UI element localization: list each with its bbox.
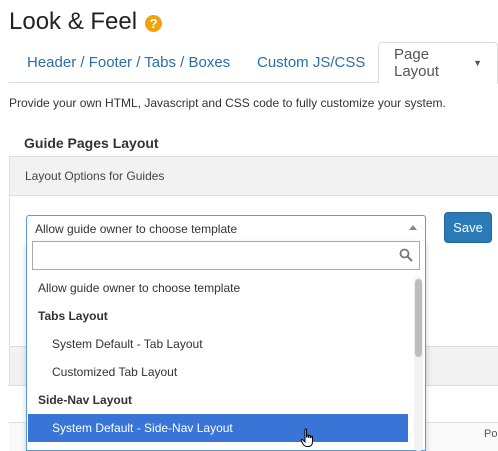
dropdown-search-input[interactable] xyxy=(33,242,393,269)
optgroup-label: Side-Nav Layout xyxy=(38,393,133,407)
option-allow-owner[interactable]: Allow guide owner to choose template xyxy=(28,274,408,302)
scrollbar-thumb[interactable] xyxy=(415,279,422,357)
optgroup-side-nav-layout: Side-Nav Layout xyxy=(28,386,408,414)
option-customized-tab[interactable]: Customized Tab Layout xyxy=(28,358,408,386)
help-icon[interactable]: ? xyxy=(145,14,163,32)
tab-page-layout[interactable]: Page Layout ▼ xyxy=(378,42,498,84)
page-title: Look & Feel ? xyxy=(9,8,163,36)
tab-label: Page Layout xyxy=(394,46,440,80)
tab-bar: Header / Footer / Tabs / Boxes Custom JS… xyxy=(9,42,498,84)
tab-label: Custom JS/CSS xyxy=(257,54,366,71)
dropdown-scrollbar[interactable] xyxy=(414,277,423,451)
layout-select-value: Allow guide owner to choose template xyxy=(35,221,238,236)
hand-cursor-icon xyxy=(300,428,313,447)
panel-title: Layout Options for Guides xyxy=(25,169,165,183)
layout-dropdown: Allow guide owner to choose template Tab… xyxy=(26,241,426,451)
caret-down-icon: ▼ xyxy=(473,58,482,68)
bottom-fragment-text: Po xyxy=(484,428,498,440)
tab-custom-js-css[interactable]: Custom JS/CSS xyxy=(242,42,380,83)
tab-label: Header / Footer / Tabs / Boxes xyxy=(27,54,231,71)
optgroup-tabs-layout: Tabs Layout xyxy=(28,302,408,330)
page-title-text: Look & Feel xyxy=(9,8,138,35)
chevron-up-icon xyxy=(409,225,417,230)
option-label: Allow guide owner to choose template xyxy=(38,281,241,295)
page-description: Provide your own HTML, Javascript and CS… xyxy=(9,96,446,110)
layout-select[interactable]: Allow guide owner to choose template xyxy=(26,215,426,241)
option-label: Customized Tab Layout xyxy=(52,365,178,379)
search-icon xyxy=(399,248,413,262)
optgroup-label: Tabs Layout xyxy=(38,309,108,323)
section-title: Guide Pages Layout xyxy=(24,135,159,151)
option-label: System Default - Tab Layout xyxy=(52,337,203,351)
option-label: System Default - Side-Nav Layout xyxy=(52,421,233,435)
save-button[interactable]: Save xyxy=(444,212,492,243)
tab-header-footer[interactable]: Header / Footer / Tabs / Boxes xyxy=(12,42,245,83)
option-system-default-tab[interactable]: System Default - Tab Layout xyxy=(28,330,408,358)
dropdown-search xyxy=(32,241,420,270)
panel-header: Layout Options for Guides xyxy=(9,156,498,196)
option-system-default-side-nav[interactable]: System Default - Side-Nav Layout xyxy=(28,414,408,442)
